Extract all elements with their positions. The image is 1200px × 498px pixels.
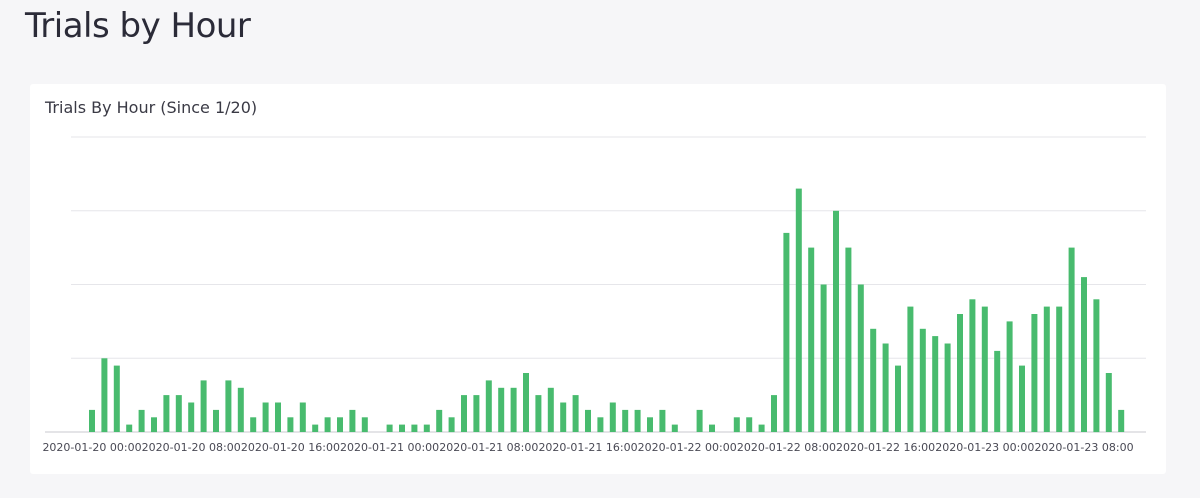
bar-42[interactable] [609,402,616,433]
bar-62[interactable] [857,284,864,433]
bar-4[interactable] [138,409,145,432]
bar-3[interactable] [126,424,133,432]
bar-31[interactable] [473,395,480,432]
bar-55[interactable] [771,395,777,432]
bar-20[interactable] [337,417,343,433]
bar-66[interactable] [907,306,914,432]
bar-80[interactable] [1081,277,1087,432]
bar-78[interactable] [1056,306,1063,432]
bar-44[interactable] [634,409,641,432]
bar-38[interactable] [560,402,567,433]
x-tick-label-6: 2020-01-22 00:00 [638,441,737,454]
bar-83[interactable] [1118,409,1125,432]
x-tick-label-9: 2020-01-23 00:00 [935,441,1034,454]
bar-77[interactable] [1043,306,1050,432]
bar-64[interactable] [882,343,889,433]
bar-9[interactable] [200,380,207,432]
bar-37[interactable] [547,387,554,433]
bar-1[interactable] [101,358,108,433]
chart-card: Trials By Hour (Since 1/20) 2020-01-20 0… [30,84,1166,474]
x-tick-label-10: 2020-01-23 08:00 [1034,441,1133,454]
bar-81[interactable] [1093,299,1100,433]
bar-49[interactable] [696,409,703,432]
bar-17[interactable] [299,402,306,433]
bar-30[interactable] [461,395,467,432]
bar-12[interactable] [237,387,244,433]
trials-by-hour-chart: 2020-01-20 00:00 2020-01-20 08:00 2020-01-… [42,136,1146,454]
x-tick-label-1: 2020-01-20 08:00 [142,441,241,454]
bar-0[interactable] [89,409,95,432]
x-tick-label-8: 2020-01-22 16:00 [836,441,935,454]
bar-53[interactable] [746,417,753,433]
bar-5[interactable] [151,417,157,433]
bar-35[interactable] [523,373,529,432]
bar-13[interactable] [250,417,257,433]
bar-50[interactable] [709,424,715,432]
bar-6[interactable] [163,395,170,432]
bar-14[interactable] [262,402,269,433]
chart-x-tick-labels: 2020-01-20 00:00 2020-01-20 08:00 2020-01-… [42,441,1133,454]
bar-26[interactable] [411,424,418,432]
bar-10[interactable] [213,409,219,432]
bar-2[interactable] [113,365,120,432]
bar-25[interactable] [399,424,405,432]
bar-72[interactable] [981,306,988,432]
bar-36[interactable] [535,395,542,432]
bar-61[interactable] [845,247,852,432]
page-title: Trials by Hour [25,6,251,46]
chart-bars [89,188,1125,433]
bar-27[interactable] [423,424,430,432]
bar-11[interactable] [225,380,232,432]
bar-28[interactable] [436,409,443,432]
bar-18[interactable] [312,424,319,432]
bar-24[interactable] [386,424,393,432]
bar-54[interactable] [758,424,765,432]
bar-57[interactable] [795,188,802,432]
chart-gridlines [45,136,1146,433]
bar-63[interactable] [870,328,877,433]
bar-75[interactable] [1019,365,1025,432]
bar-68[interactable] [932,336,939,432]
bar-60[interactable] [833,210,839,433]
bar-15[interactable] [275,402,281,433]
bar-29[interactable] [448,417,455,433]
bar-76[interactable] [1031,314,1038,432]
bar-71[interactable] [969,299,976,433]
bar-73[interactable] [994,350,1001,432]
x-tick-label-0: 2020-01-20 00:00 [42,441,141,454]
bar-21[interactable] [349,409,356,432]
bar-67[interactable] [919,328,926,433]
bar-43[interactable] [622,409,629,432]
bar-41[interactable] [597,417,604,433]
x-tick-label-4: 2020-01-21 08:00 [439,441,538,454]
x-tick-label-5: 2020-01-21 16:00 [538,441,637,454]
x-tick-label-2: 2020-01-20 16:00 [241,441,340,454]
bar-59[interactable] [820,284,827,433]
bar-22[interactable] [361,417,368,433]
bar-40[interactable] [585,409,591,432]
bar-34[interactable] [510,387,517,433]
x-tick-label-7: 2020-01-22 08:00 [737,441,836,454]
bar-7[interactable] [175,395,182,432]
bar-56[interactable] [783,232,790,432]
bar-19[interactable] [324,417,331,433]
bar-65[interactable] [895,365,901,432]
bar-45[interactable] [647,417,653,433]
bar-79[interactable] [1068,247,1075,432]
bar-47[interactable] [671,424,678,432]
bar-33[interactable] [498,387,505,433]
bar-39[interactable] [572,395,579,432]
bar-8[interactable] [188,402,195,433]
bar-46[interactable] [659,409,666,432]
bar-52[interactable] [733,417,740,433]
bar-82[interactable] [1105,373,1112,432]
bar-16[interactable] [287,417,294,433]
bar-70[interactable] [957,314,963,432]
bar-58[interactable] [808,247,815,432]
bar-74[interactable] [1006,321,1013,432]
bar-69[interactable] [944,343,951,433]
x-tick-label-3: 2020-01-21 00:00 [340,441,439,454]
bar-32[interactable] [485,380,492,432]
